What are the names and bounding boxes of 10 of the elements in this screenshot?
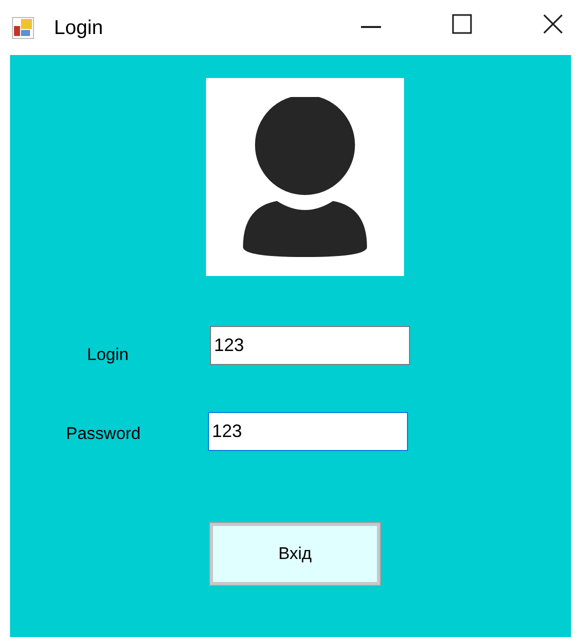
window-title: Login [54,16,103,40]
input-field[interactable]: 123 [208,412,408,451]
field-label: Password [66,423,141,445]
login-button[interactable]: Вхід [210,523,380,585]
app-icon [12,16,34,38]
field-label: Login [87,344,129,366]
person-icon [241,97,369,257]
maximize-icon[interactable] [452,14,472,34]
input-field[interactable]: 123 [210,326,410,365]
close-icon[interactable] [543,14,563,34]
